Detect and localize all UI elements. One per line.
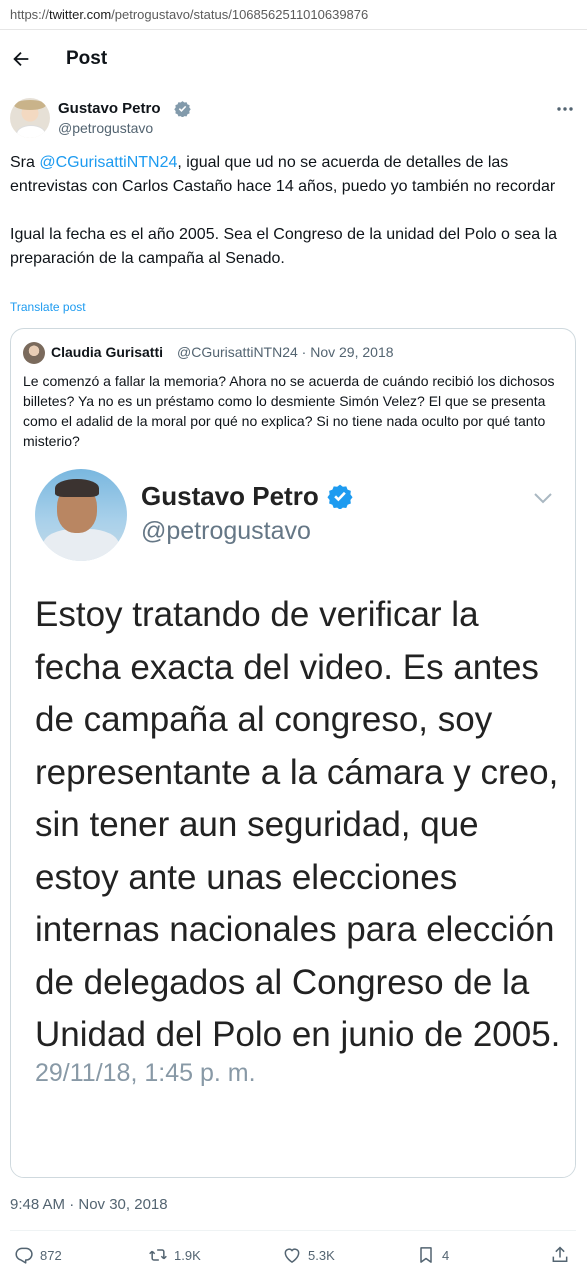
quote-screenshot-image[interactable]: Gustavo Petro @petrogustavo Estoy tratan… bbox=[11, 455, 575, 1177]
retweet-count: 1.9K bbox=[174, 1247, 201, 1263]
action-bar: 872 1.9K 5.3K 4 bbox=[0, 1240, 587, 1270]
mention-link[interactable]: @CGurisattiNTN24 bbox=[39, 154, 177, 171]
bookmark-icon bbox=[420, 1247, 432, 1263]
like-icon bbox=[284, 1248, 300, 1263]
tweet-paragraph-2: Igual la fecha es el año 2005. Sea el Co… bbox=[10, 226, 558, 267]
bookmark-count: 4 bbox=[442, 1247, 450, 1263]
divider bbox=[10, 1230, 576, 1231]
back-arrow-icon[interactable] bbox=[10, 48, 32, 70]
reply-button[interactable]: 872 bbox=[14, 1240, 62, 1270]
like-button[interactable]: 5.3K bbox=[282, 1240, 335, 1270]
screenshot-date: 29/11/18, 1:45 p. m. bbox=[35, 1059, 256, 1087]
share-button[interactable] bbox=[550, 1240, 570, 1270]
tweet-author: Gustavo Petro @petrogustavo bbox=[10, 98, 577, 142]
screenshot-avatar bbox=[35, 469, 127, 561]
url-domain: twitter.com bbox=[49, 7, 112, 22]
page-title: Post bbox=[66, 48, 108, 69]
verified-badge-icon bbox=[327, 484, 353, 509]
quoted-tweet[interactable]: Claudia Gurisatti @CGurisattiNTN24 · Nov… bbox=[10, 328, 576, 1178]
tweet-paragraph-1: Sra @CGurisattiNTN24, igual que ud no se… bbox=[10, 151, 570, 199]
tweet-text: Sra @CGurisattiNTN24, igual que ud no se… bbox=[10, 151, 570, 271]
post-header: Post bbox=[0, 36, 587, 84]
reply-icon bbox=[15, 1247, 33, 1264]
quote-text: Le comenzó a fallar la memoria? Ahora no… bbox=[23, 373, 555, 449]
screenshot-tweet-text: Estoy tratando de verificar la fecha exa… bbox=[35, 595, 561, 1054]
retweet-icon bbox=[149, 1249, 167, 1261]
browser-url-bar[interactable]: https://twitter.com/petrogustavo/status/… bbox=[0, 0, 587, 30]
tweet-timestamp[interactable]: 9:48 AM · Nov 30, 2018 bbox=[10, 1196, 168, 1213]
more-options-icon[interactable] bbox=[554, 100, 576, 118]
translate-post-link[interactable]: Translate post bbox=[10, 300, 86, 314]
quote-author-name[interactable]: Claudia Gurisatti bbox=[51, 344, 163, 360]
reply-count: 872 bbox=[40, 1247, 62, 1263]
url-prefix: https:// bbox=[10, 7, 50, 22]
url-path: /petrogustavo/status/1068562511010639876 bbox=[111, 7, 369, 22]
retweet-button[interactable]: 1.9K bbox=[148, 1240, 201, 1270]
screenshot-author-name: Gustavo Petro bbox=[141, 481, 319, 511]
quote-meta: @CGurisattiNTN24 · Nov 29, 2018 bbox=[177, 344, 394, 360]
quote-avatar[interactable] bbox=[23, 342, 45, 364]
like-count: 5.3K bbox=[308, 1247, 335, 1263]
avatar[interactable] bbox=[10, 98, 50, 138]
verified-badge-icon bbox=[174, 101, 191, 117]
share-icon bbox=[552, 1246, 568, 1262]
author-name[interactable]: Gustavo Petro bbox=[58, 100, 161, 117]
tweet-text-start: Sra bbox=[10, 154, 40, 171]
screenshot-author-handle: @petrogustavo bbox=[141, 517, 311, 545]
author-handle[interactable]: @petrogustavo bbox=[58, 120, 153, 136]
chevron-down-icon bbox=[534, 493, 552, 504]
bookmark-button[interactable]: 4 bbox=[416, 1240, 449, 1270]
